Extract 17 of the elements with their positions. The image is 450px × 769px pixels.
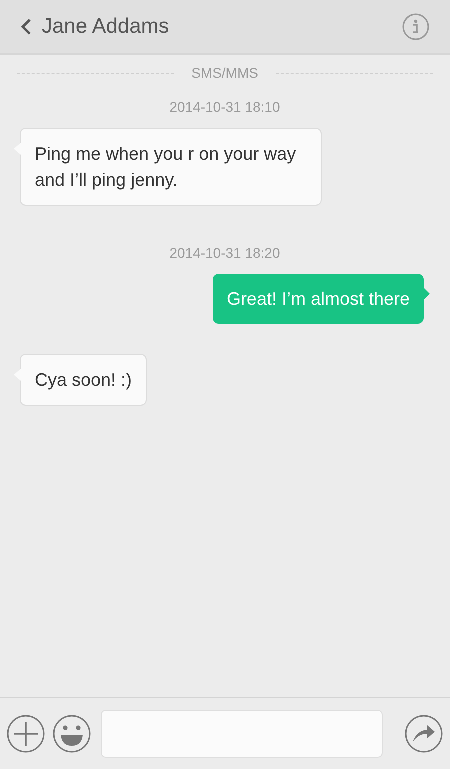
message-input-field[interactable] (101, 710, 383, 758)
info-button[interactable] (402, 12, 430, 40)
add-button[interactable] (7, 714, 45, 752)
send-button[interactable] (405, 714, 443, 752)
back-button[interactable] (20, 18, 32, 36)
back-icon (20, 18, 32, 36)
bubble-tail (424, 288, 430, 300)
contact-name: Jane Addams (42, 14, 170, 40)
smiley-icon (53, 714, 91, 752)
bubble-tail (14, 143, 21, 155)
channel-label: SMS/MMS (192, 64, 258, 83)
plus-icon (7, 714, 45, 752)
timestamp: 2014-10-31 18:10 (170, 98, 280, 116)
bubble-tail (14, 369, 21, 381)
info-icon (402, 12, 430, 40)
timestamp: 2014-10-31 18:20 (170, 244, 280, 262)
emoji-button[interactable] (53, 714, 91, 752)
